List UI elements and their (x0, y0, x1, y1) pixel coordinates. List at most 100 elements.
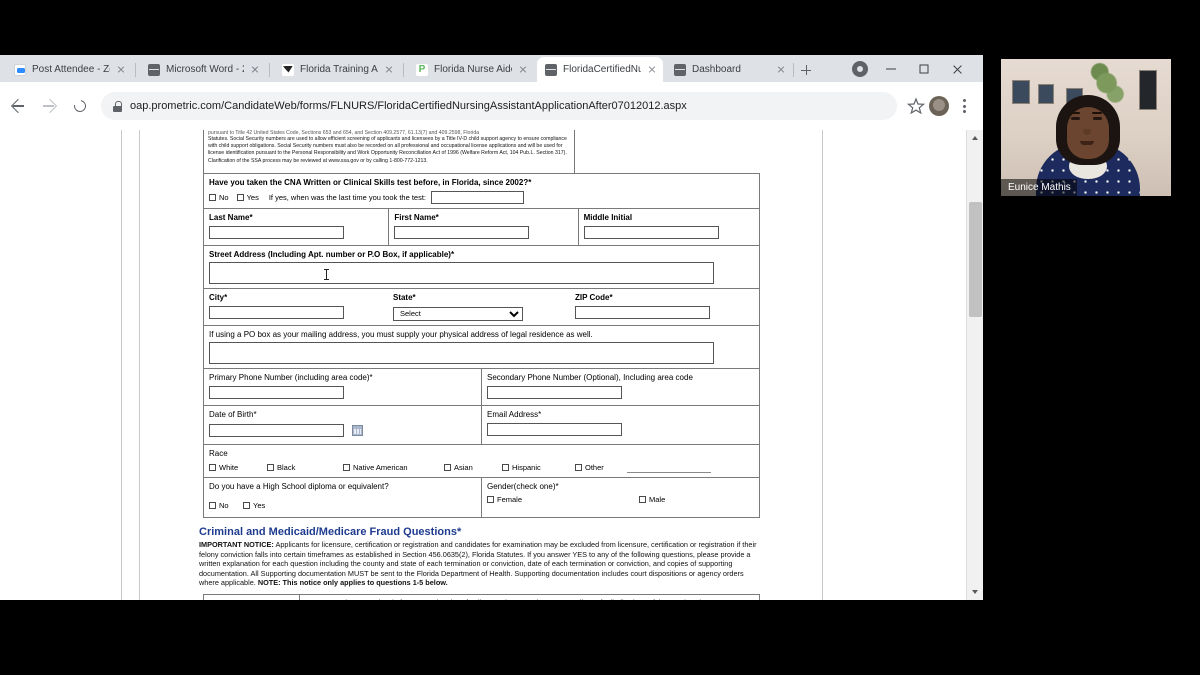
browser-tab-florida-nurse-aide-exam[interactable]: P Florida Nurse Aide Ex (408, 57, 534, 82)
browser-tab-microsoft-word[interactable]: Microsoft Word - 202 (140, 57, 266, 82)
checkbox[interactable] (343, 464, 350, 471)
race-option-native-american[interactable]: Native American (343, 463, 444, 472)
street-address-input[interactable] (209, 262, 714, 284)
scrollbar-down-button[interactable] (967, 583, 983, 600)
tab-title: Florida Nurse Aide Ex (434, 64, 512, 75)
checkbox[interactable] (236, 194, 244, 201)
race-label: Race (209, 449, 228, 458)
browser-menu-icon[interactable] (953, 94, 975, 118)
last-name-cell: Last Name* (204, 209, 390, 245)
gender-option-female[interactable]: Female (487, 495, 639, 504)
checkbox[interactable] (502, 464, 509, 471)
browser-chrome: Post Attendee - Zoom Microsoft Word - 20… (0, 55, 983, 130)
reload-button[interactable] (67, 93, 93, 119)
maximize-icon (919, 64, 929, 74)
tab-close-icon[interactable] (248, 63, 262, 77)
checkbox[interactable] (209, 464, 216, 471)
last-name-input[interactable] (209, 226, 344, 240)
profile-badge-icon[interactable] (852, 61, 868, 77)
race-option-black[interactable]: Black (267, 463, 343, 472)
fraud-question-1-answers: Yes No (204, 594, 300, 600)
bookmark-star-icon[interactable] (905, 95, 927, 117)
dob-input[interactable] (209, 424, 344, 438)
email-input[interactable] (487, 423, 622, 437)
scrollbar-up-button[interactable] (967, 130, 983, 147)
avatar[interactable] (929, 96, 949, 116)
checkbox[interactable] (487, 496, 494, 503)
gender-option-male[interactable]: Male (639, 495, 665, 504)
calendar-icon[interactable] (352, 425, 364, 437)
prior-test-yes-option[interactable]: Yes (236, 193, 259, 202)
browser-tab-post-attendee-zoom[interactable]: Post Attendee - Zoom (6, 57, 132, 82)
zip-cell: ZIP Code* (574, 292, 754, 321)
fraud-section-title: Criminal and Medicaid/Medicare Fraud Que… (199, 526, 462, 538)
address-bar[interactable]: oap.prometric.com/CandidateWeb/forms/FLN… (101, 92, 897, 120)
race-option-white[interactable]: White (209, 463, 267, 472)
back-button[interactable] (5, 93, 31, 119)
race-option-label: Other (585, 463, 604, 472)
tab-separator (269, 63, 270, 77)
scrollbar-thumb[interactable] (969, 202, 982, 317)
chevron-up-icon (972, 136, 978, 140)
state-label: State* (392, 293, 416, 302)
chevron-down-icon (972, 590, 978, 594)
first-name-input[interactable] (394, 226, 530, 240)
tab-close-icon[interactable] (645, 63, 659, 77)
race-option-asian[interactable]: Asian (444, 463, 502, 472)
prior-test-no-option[interactable]: No (209, 193, 229, 202)
tab-title: Post Attendee - Zoom (32, 64, 110, 75)
race-row: Race White Black Native American Asian H… (203, 444, 760, 478)
shared-screen-frame: Post Attendee - Zoom Microsoft Word - 20… (0, 55, 983, 600)
name-row: Last Name* First Name* Middle Initial (203, 208, 760, 246)
tab-title: Florida Training Acade (300, 64, 378, 75)
city-cell: City* (209, 292, 393, 321)
diploma-option-no[interactable]: No (209, 501, 229, 510)
middle-initial-cell: Middle Initial (579, 209, 759, 245)
dob-email-row: Date of Birth* Email Address* (203, 405, 760, 445)
address-bar-url: oap.prometric.com/CandidateWeb/forms/FLN… (130, 100, 687, 112)
diploma-option-yes[interactable]: Yes (243, 501, 265, 510)
browser-tab-dashboard[interactable]: Dashboard (666, 57, 792, 82)
window-close-button[interactable] (946, 59, 968, 79)
checkbox[interactable] (267, 464, 274, 471)
checkbox[interactable] (575, 464, 582, 471)
middle-initial-label: Middle Initial (583, 213, 633, 222)
tab-separator (135, 63, 136, 77)
prior-test-row: Have you taken the CNA Written or Clinic… (203, 173, 760, 209)
globe-icon (148, 63, 160, 76)
page-scrollbar[interactable] (966, 130, 983, 600)
forward-button[interactable] (36, 93, 62, 119)
checkbox[interactable] (209, 194, 216, 201)
checkbox[interactable] (209, 502, 216, 509)
po-box-label: If using a PO box as your mailing addres… (209, 330, 593, 339)
diploma-label: Do you have a High School diploma or equ… (209, 482, 389, 491)
zoom-video-tile[interactable]: Eunice Mathis (1000, 58, 1172, 197)
race-option-label: Hispanic (512, 463, 541, 472)
secondary-phone-input[interactable] (487, 386, 622, 400)
zip-input[interactable] (574, 306, 710, 320)
lock-icon (113, 100, 122, 112)
tab-close-icon[interactable] (774, 63, 788, 77)
checkbox[interactable] (639, 496, 646, 503)
tab-close-icon[interactable] (382, 63, 396, 77)
window-maximize-button[interactable] (913, 59, 935, 79)
window-minimize-button[interactable] (880, 59, 902, 79)
new-tab-button[interactable] (797, 61, 815, 79)
primary-phone-input[interactable] (209, 386, 344, 400)
race-option-hispanic[interactable]: Hispanic (502, 463, 575, 472)
race-option-other[interactable]: Other (575, 463, 627, 472)
email-cell: Email Address* (482, 406, 759, 444)
browser-tab-florida-training-academy[interactable]: Florida Training Acade (274, 57, 400, 82)
state-select[interactable]: Select (392, 306, 523, 321)
tab-close-icon[interactable] (114, 63, 128, 77)
race-other-input[interactable] (627, 462, 711, 473)
checkbox[interactable] (243, 502, 251, 509)
tab-close-icon[interactable] (516, 63, 530, 77)
prior-test-date-input[interactable] (431, 191, 525, 204)
browser-tab-florida-certified-nursing-active[interactable]: FloridaCertifiedNursin (537, 57, 663, 82)
tab-title: Dashboard (692, 64, 741, 75)
po-box-input[interactable] (209, 342, 714, 364)
middle-initial-input[interactable] (583, 226, 719, 240)
checkbox[interactable] (444, 464, 451, 471)
city-input[interactable] (209, 306, 344, 320)
